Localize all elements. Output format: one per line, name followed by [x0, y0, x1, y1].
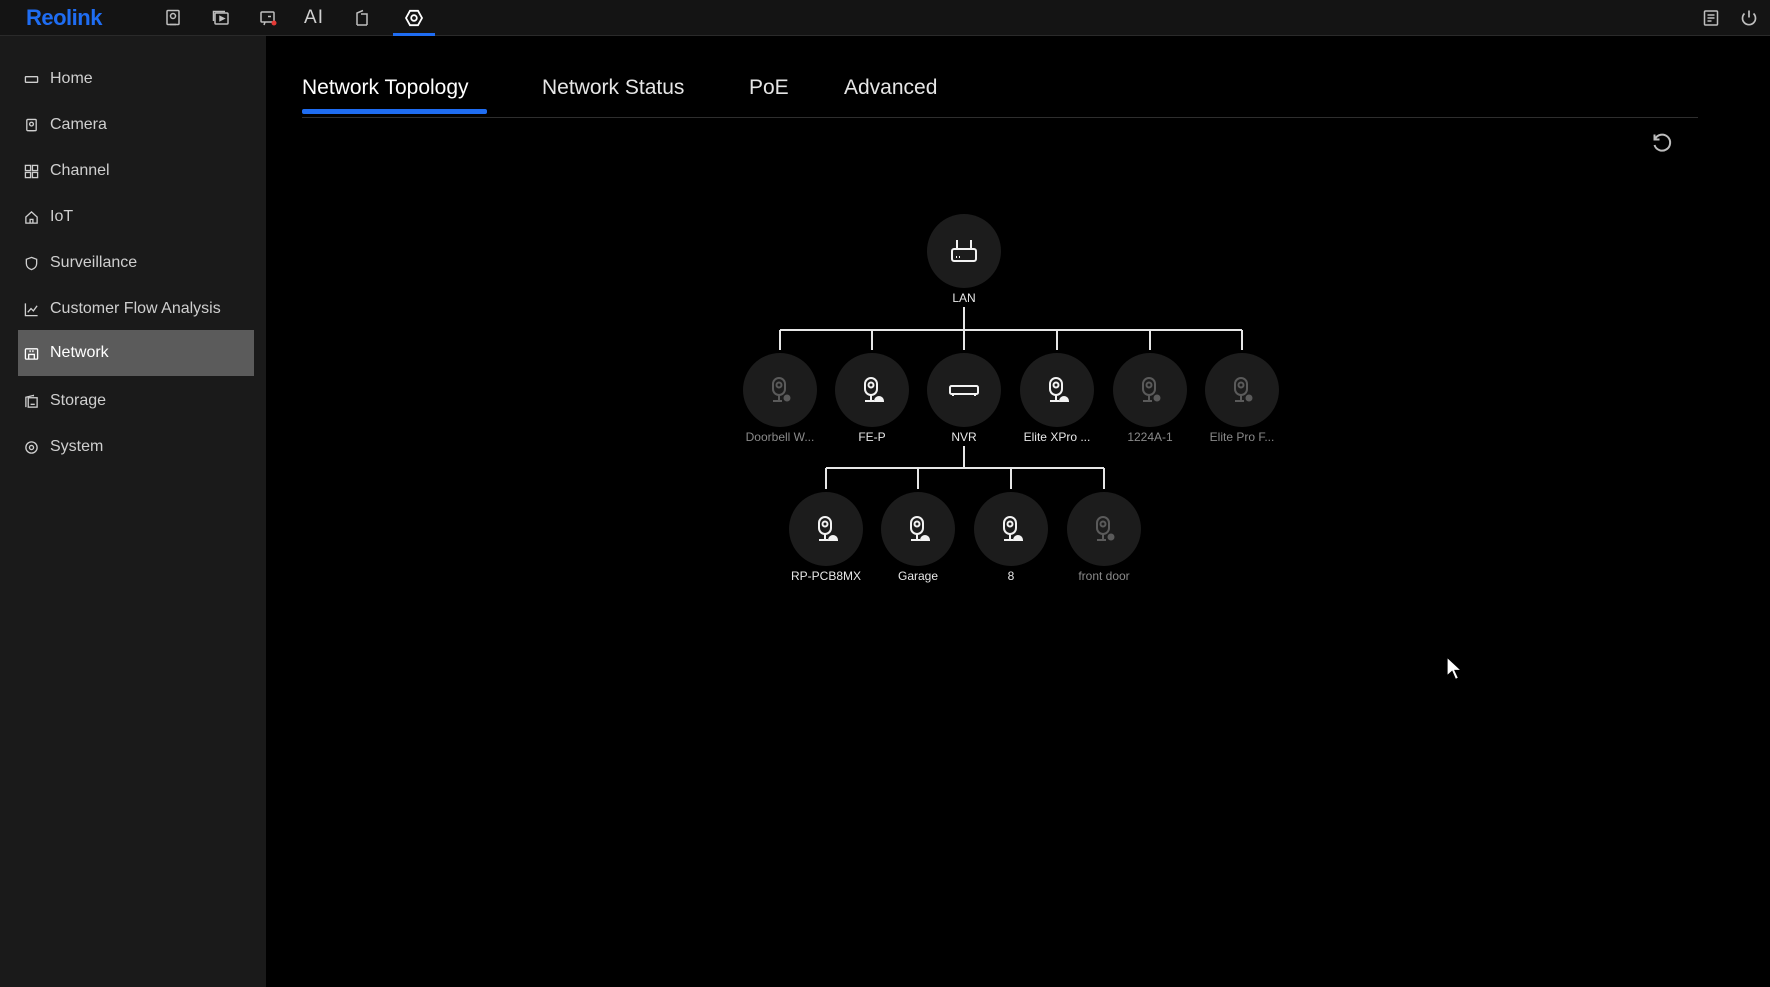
- topology-node-nvr[interactable]: [927, 353, 1001, 427]
- camera-online-icon: [1049, 377, 1070, 402]
- camera-offline-icon: [1234, 377, 1254, 403]
- camera-offline-icon: [1142, 377, 1162, 403]
- router-icon: [951, 240, 977, 262]
- camera-online-icon: [1003, 516, 1024, 541]
- mouse-cursor-icon: [1446, 656, 1464, 681]
- camera-online-icon: [910, 516, 931, 541]
- topology-node-garage[interactable]: [881, 492, 955, 566]
- topology-node-elite-pro[interactable]: [1205, 353, 1279, 427]
- camera-online-icon: [818, 516, 839, 541]
- camera-offline-icon: [1096, 516, 1116, 542]
- topology-node-doorbell[interactable]: [743, 353, 817, 427]
- topology-node-label: Elite Pro F...: [1209, 430, 1275, 444]
- topology-node-label: LAN: [952, 291, 976, 305]
- topology-node-label: front door: [1078, 569, 1130, 583]
- topology-node-front-door[interactable]: [1067, 492, 1141, 566]
- camera-online-icon: [864, 377, 885, 402]
- topology-connections: [779, 307, 1243, 489]
- topology-node-rp-pcb8mx[interactable]: [789, 492, 863, 566]
- topology-node-elite-xpro[interactable]: [1020, 353, 1094, 427]
- topology-node-8[interactable]: [974, 492, 1048, 566]
- topology-node-1224a-1[interactable]: [1113, 353, 1187, 427]
- nvr-icon: [949, 385, 979, 396]
- topology-node-fe-p[interactable]: [835, 353, 909, 427]
- camera-offline-icon: [772, 377, 792, 403]
- topology-node-lan[interactable]: [927, 214, 1001, 288]
